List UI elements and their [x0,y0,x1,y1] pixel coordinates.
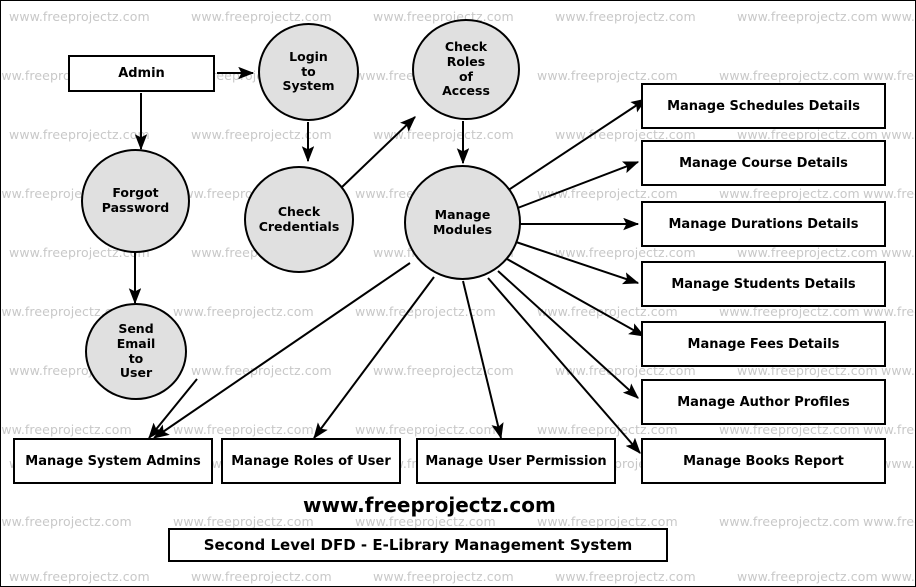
watermark-text: www.freeprojectz.com [881,569,916,584]
watermark-text: www.freeprojectz.com [173,304,314,319]
store-manage-user-permission-label: Manage User Permission [425,453,607,469]
diagram-title: Second Level DFD - E-Library Management … [203,536,633,554]
process-forgot-password[interactable]: Forgot Password [81,149,190,253]
watermark-text: www.freeprojectz.com [863,68,915,83]
watermark-text: www.freeprojectz.com [881,127,916,142]
watermark-text: www.freeprojectz.com [9,9,150,24]
watermark-text: www.freeprojectz.com [537,186,678,201]
watermark-text: www.freeprojectz.com [537,68,678,83]
watermark-text: www.freeprojectz.com [355,304,496,319]
watermark-text: www.freeprojectz.com [373,569,514,584]
store-manage-system-admins[interactable]: Manage System Admins [13,438,213,484]
diagram-title-box: Second Level DFD - E-Library Management … [168,528,668,562]
process-check-roles-of-access[interactable]: Check Roles of Access [412,19,520,120]
store-manage-author-profiles-label: Manage Author Profiles [677,394,850,410]
watermark-text: www.freeprojectz.com [555,245,696,260]
watermark-text: www.freeprojectz.com [9,569,150,584]
watermark-text: www.freeprojectz.com [881,9,916,24]
store-manage-students-details[interactable]: Manage Students Details [641,261,886,307]
watermark-text: www.freeprojectz.com [555,9,696,24]
watermark-text: www.freeprojectz.com [737,245,878,260]
watermark-text: www.freeprojectz.com [719,514,860,529]
store-manage-fees-details[interactable]: Manage Fees Details [641,321,886,367]
store-manage-durations-details[interactable]: Manage Durations Details [641,201,886,247]
watermark-text: www.freeprojectz.com [737,569,878,584]
process-manage-modules-label: Manage Modules [432,206,493,237]
flow-modules-to-students [515,241,640,285]
watermark-text: www.freeprojectz.com [737,9,878,24]
entity-admin[interactable]: Admin [68,55,215,92]
watermark-text: www.freeprojectz.com [355,422,496,437]
store-manage-user-permission[interactable]: Manage User Permission [416,438,616,484]
process-check-credentials-label: Check Credentials [258,203,340,234]
flow-modules-to-schedules [506,98,648,192]
flow-modules-to-course [514,161,640,210]
store-manage-course-details-label: Manage Course Details [679,155,848,171]
flow-modules-to-fees [506,258,646,337]
store-manage-roles-of-user[interactable]: Manage Roles of User [221,438,401,484]
flow-modules-to-author [497,270,639,399]
watermark-text: www.freeprojectz.com [173,422,314,437]
watermark-text: www.freeprojectz.com [191,569,332,584]
watermark-text: www.freeprojectz.com [373,9,514,24]
process-forgot-password-label: Forgot Password [101,185,170,215]
watermark-text: www.freeprojectz.com [191,363,332,378]
watermark-text: www.freeprojectz.com [373,127,514,142]
store-manage-books-report[interactable]: Manage Books Report [641,438,886,484]
process-login-to-system-label: Login to System [282,48,335,94]
flow-check-credentials-to-check-roles [341,116,416,188]
watermark-text: www.freeprojectz.com [9,127,150,142]
watermark-text: www.freeprojectz.com [0,514,132,529]
watermark-text: www.freeprojectz.com [373,363,514,378]
watermark-text: www.freeprojectz.com [719,186,860,201]
store-manage-author-profiles[interactable]: Manage Author Profiles [641,379,886,425]
flow-modules-to-books [487,277,641,454]
flow-modules-to-roles-of-user [313,276,435,439]
store-manage-system-admins-label: Manage System Admins [25,453,201,469]
process-check-credentials[interactable]: Check Credentials [244,166,354,273]
watermark-text: www.freeprojectz.com [0,422,132,437]
store-manage-schedules-details[interactable]: Manage Schedules Details [641,83,886,129]
watermark-text: www.freeprojectz.com [191,127,332,142]
store-manage-durations-details-label: Manage Durations Details [668,216,859,232]
store-manage-schedules-details-label: Manage Schedules Details [667,98,860,114]
store-manage-books-report-label: Manage Books Report [683,453,844,469]
store-manage-fees-details-label: Manage Fees Details [687,336,840,352]
flow-modules-to-user-permission [462,280,504,440]
watermark-text: www.freeprojectz.com [537,514,678,529]
process-send-email-to-user[interactable]: Send Email to User [85,303,187,400]
watermark-text: www.freeprojectz.com [881,363,916,378]
watermark-text: www.freeprojectz.com [173,514,314,529]
watermark-text: www.freeprojectz.com [863,514,915,529]
entity-admin-label: Admin [118,66,165,81]
flow-modules-to-system-admins [153,262,411,439]
watermark-text: www.freeprojectz.com [881,456,916,471]
store-manage-students-details-label: Manage Students Details [671,276,856,292]
store-manage-course-details[interactable]: Manage Course Details [641,140,886,186]
process-manage-modules[interactable]: Manage Modules [404,165,521,280]
watermark-text: www.freeprojectz.com [719,68,860,83]
watermark-text: www.freeprojectz.com [555,569,696,584]
watermark-text: www.freeprojectz.com [191,9,332,24]
site-brand-label: www.freeprojectz.com [303,493,556,517]
process-login-to-system[interactable]: Login to System [258,23,359,121]
process-send-email-to-user-label: Send Email to User [116,321,156,381]
store-manage-roles-of-user-label: Manage Roles of User [231,453,391,469]
watermark-text: www.freeprojectz.com [881,245,916,260]
dfd-canvas: www.freeprojectz.com www.freeprojectz.com… [0,0,916,587]
process-check-roles-of-access-label: Check Roles of Access [442,39,490,99]
watermark-text: www.freeprojectz.com [863,186,915,201]
